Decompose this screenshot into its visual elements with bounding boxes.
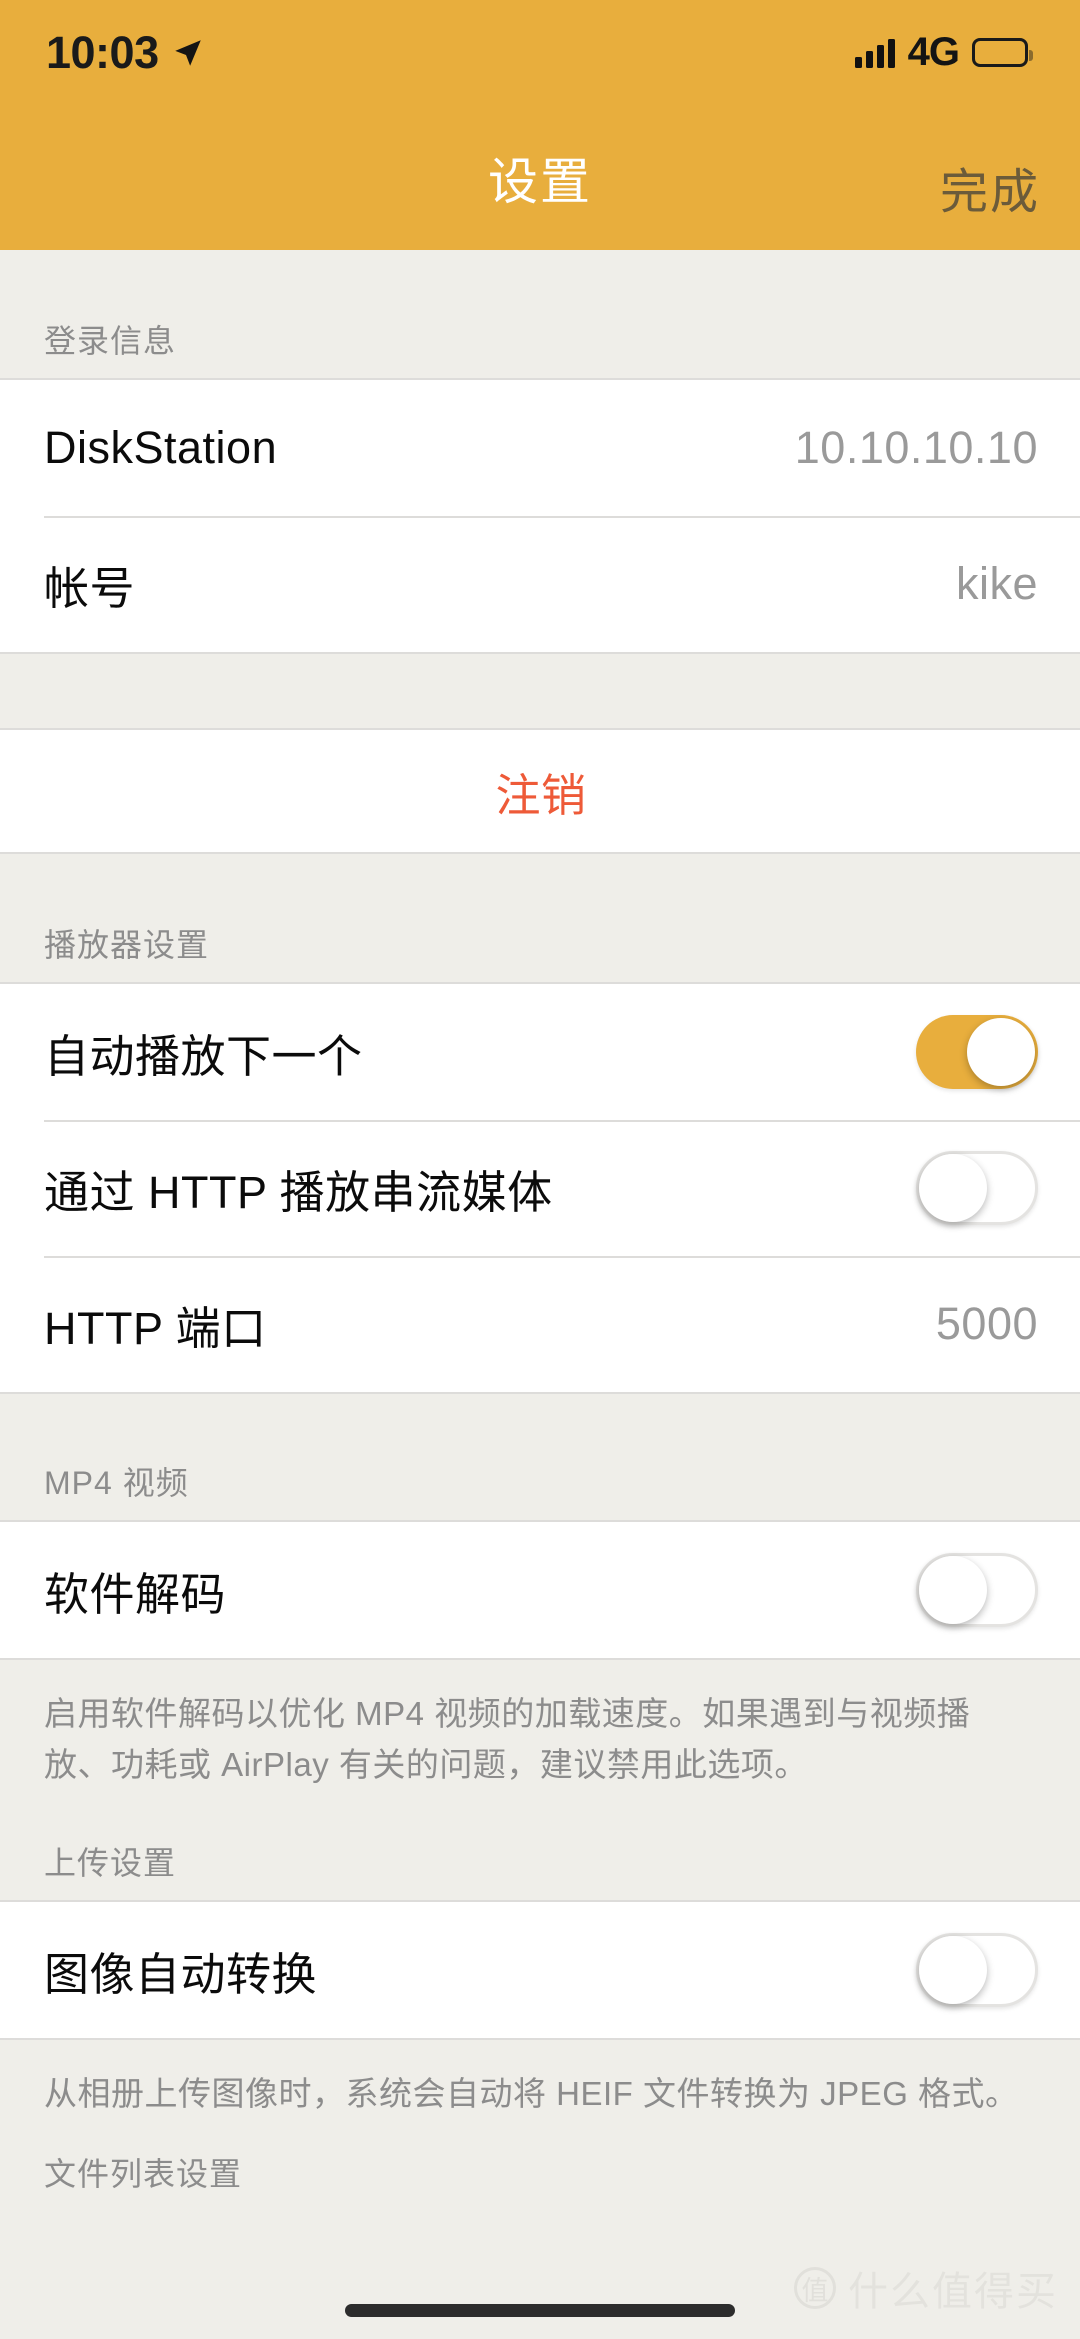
row-label: 图像自动转换 — [44, 1948, 318, 2000]
status-bar-left: 10:03 — [46, 27, 205, 79]
logout-button[interactable]: 注销 — [0, 730, 1080, 852]
page-title: 设置 — [488, 153, 592, 210]
row-value: kike — [955, 558, 1038, 609]
header: 10:03 4G 设置 完成 — [0, 0, 1080, 250]
done-button[interactable]: 完成 — [940, 152, 1040, 222]
logout-label: 注销 — [495, 769, 587, 821]
table-row[interactable]: 帐号 kike — [0, 516, 1080, 652]
watermark: 值 什么值得买 — [794, 2259, 1058, 2317]
row-value: 10.10.10.10 — [794, 422, 1038, 473]
table-row[interactable]: 通过 HTTP 播放串流媒体 — [0, 1120, 1080, 1256]
section-header-file-list-settings: 文件列表设置 — [0, 2139, 1080, 2212]
table-row[interactable]: 图像自动转换 — [0, 1902, 1080, 2039]
network-type-label: 4G — [907, 30, 960, 74]
software-decoding-toggle[interactable] — [916, 1553, 1038, 1627]
cellular-bars-icon — [854, 38, 895, 68]
section-footnote-upload-settings: 从相册上传图像时，系统会自动将 HEIF 文件转换为 JPEG 格式。 — [0, 2040, 1080, 2140]
table-row[interactable]: HTTP 端口 5000 — [0, 1256, 1080, 1392]
row-label: 通过 HTTP 播放串流媒体 — [44, 1166, 553, 1218]
section-rows-logout: 注销 — [0, 730, 1080, 854]
status-bar-time: 10:03 — [46, 26, 159, 78]
row-label: HTTP 端口 — [44, 1302, 267, 1354]
battery-full-icon — [972, 38, 1033, 67]
section-rows-player-settings: 自动播放下一个 通过 HTTP 播放串流媒体 HTTP 端口 5000 — [0, 984, 1080, 1394]
navigation-bar: 设置 完成 — [0, 105, 1080, 250]
row-label: DiskStation — [44, 422, 278, 473]
row-value: 5000 — [935, 1298, 1038, 1349]
status-bar-right: 4G — [854, 30, 1033, 75]
home-indicator[interactable] — [345, 2304, 735, 2317]
row-label: 自动播放下一个 — [44, 1030, 363, 1082]
table-row[interactable]: DiskStation 10.10.10.10 — [0, 380, 1080, 516]
watermark-text: 什么值得买 — [848, 2270, 1058, 2314]
status-bar: 10:03 4G — [0, 0, 1080, 105]
location-arrow-icon — [174, 39, 201, 66]
row-label: 软件解码 — [44, 1568, 227, 1620]
section-footnote-mp4-video: 启用软件解码以优化 MP4 视频的加载速度。如果遇到与视频播放、功耗或 AirP… — [0, 1660, 1080, 1811]
row-label: 帐号 — [44, 562, 136, 614]
section-gap — [0, 654, 1080, 730]
http-streaming-toggle[interactable] — [916, 1151, 1038, 1225]
autoplay-next-toggle[interactable] — [916, 1015, 1038, 1089]
section-header-upload-settings: 上传设置 — [0, 1810, 1080, 1903]
table-row[interactable]: 自动播放下一个 — [0, 984, 1080, 1120]
phone-screen: 10:03 4G 设置 完成 登录信息 DiskStation 10.10.10… — [0, 0, 1080, 2339]
section-header-login-info: 登录信息 — [0, 250, 1080, 380]
section-header-mp4-video: MP4 视频 — [0, 1394, 1080, 1522]
table-row[interactable]: 软件解码 — [0, 1522, 1080, 1658]
image-auto-convert-toggle[interactable] — [916, 1933, 1038, 2008]
watermark-badge-icon: 值 — [794, 2267, 836, 2309]
section-header-player-settings: 播放器设置 — [0, 854, 1080, 984]
section-rows-upload-settings: 图像自动转换 — [0, 1902, 1080, 2041]
section-rows-login-info: DiskStation 10.10.10.10 帐号 kike — [0, 380, 1080, 654]
section-rows-mp4-video: 软件解码 — [0, 1522, 1080, 1660]
